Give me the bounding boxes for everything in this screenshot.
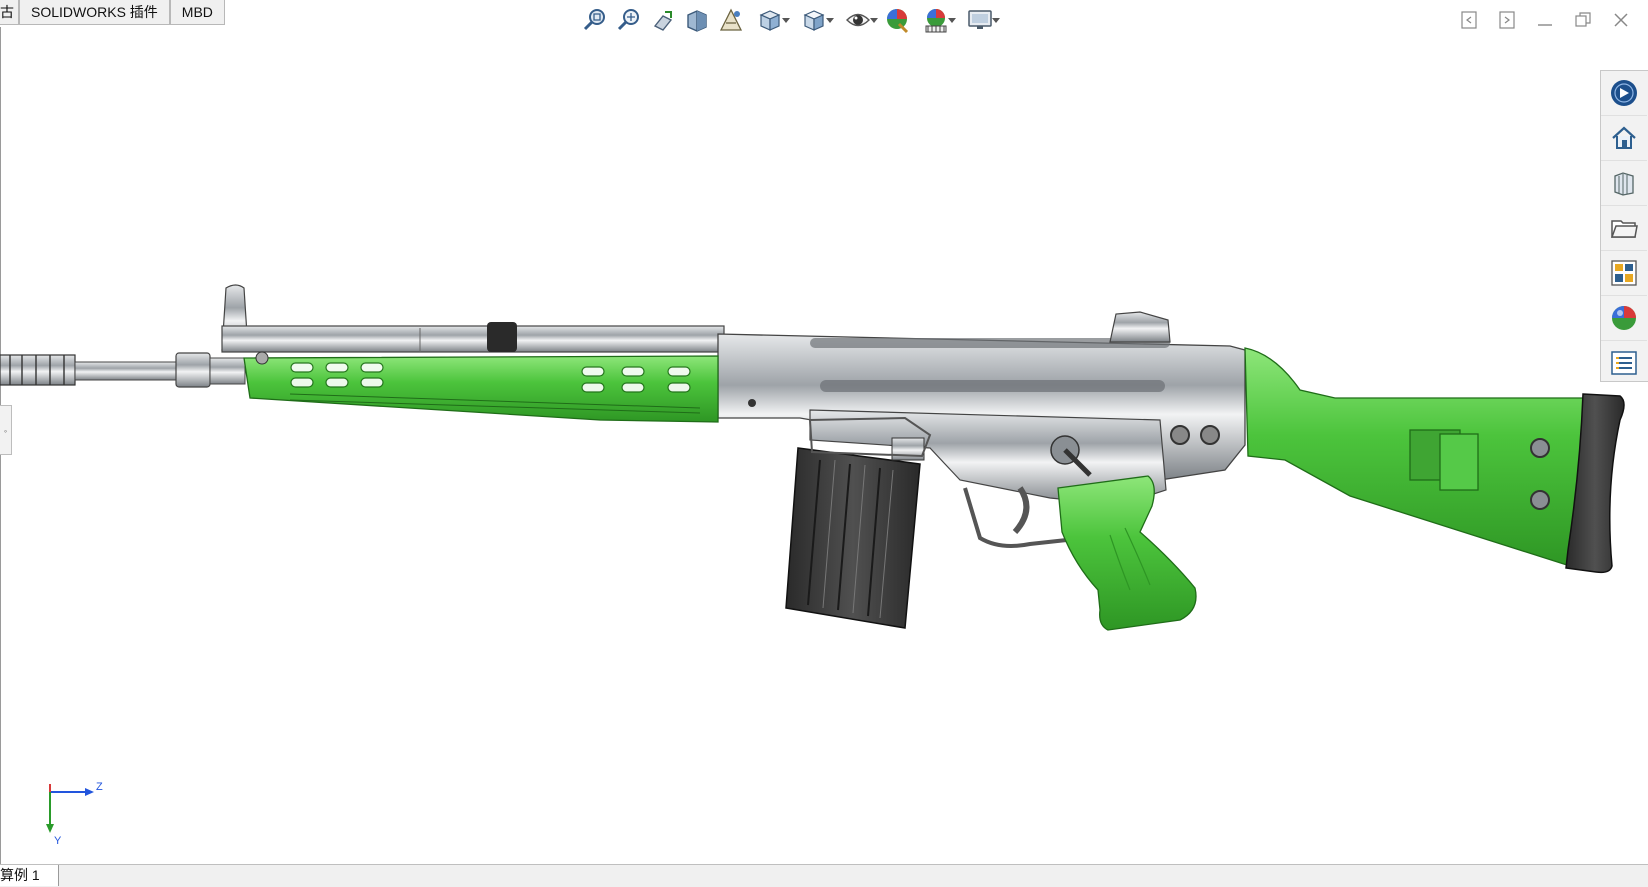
hide-show-items-icon[interactable]: [836, 4, 880, 36]
edit-appearance-icon[interactable]: [880, 4, 914, 36]
tab-solidworks-addins[interactable]: SOLIDWORKS 插件: [19, 0, 170, 25]
tab-mbd[interactable]: MBD: [169, 0, 225, 25]
solidworks-resources-icon[interactable]: [1601, 71, 1647, 116]
tab-study-1[interactable]: 算例 1: [0, 865, 59, 886]
stock-screw-lower: [1530, 490, 1550, 510]
design-library-icon[interactable]: [1601, 161, 1647, 206]
heads-up-view-toolbar: [578, 4, 1002, 36]
rear-sight: [1109, 311, 1171, 343]
tile-left-icon[interactable]: [1450, 6, 1488, 34]
section-view-icon[interactable]: [680, 4, 714, 36]
restore-icon[interactable]: [1564, 6, 1602, 34]
triad-z-label: Z: [96, 781, 103, 793]
previous-view-icon[interactable]: [646, 4, 680, 36]
handguard: [243, 351, 719, 423]
file-explorer-icon[interactable]: [1601, 206, 1647, 251]
triad-y-label: Y: [54, 835, 62, 847]
pistol-grip: [1057, 475, 1197, 631]
display-style-icon[interactable]: [792, 4, 836, 36]
bottom-tab-bar: 算例 1: [0, 864, 1648, 887]
zoom-to-area-icon[interactable]: [612, 4, 646, 36]
cocking-tube: [221, 322, 725, 353]
flash-hider: [0, 354, 76, 386]
view-settings-icon[interactable]: [958, 4, 1002, 36]
window-controls: [1450, 6, 1640, 34]
apply-scene-icon[interactable]: [914, 4, 958, 36]
home-icon[interactable]: [1601, 116, 1647, 161]
dynamic-annotation-view-icon[interactable]: [714, 4, 748, 36]
zoom-to-fit-icon[interactable]: [578, 4, 612, 36]
view-orientation-icon[interactable]: [748, 4, 792, 36]
close-icon[interactable]: [1602, 6, 1640, 34]
stock-screw-upper: [1530, 438, 1550, 458]
rifle-assembly-model[interactable]: [0, 270, 1648, 670]
minimize-icon[interactable]: [1526, 6, 1564, 34]
tile-right-icon[interactable]: [1488, 6, 1526, 34]
command-manager-tabs: 古 SOLIDWORKS 插件 MBD: [0, 0, 225, 26]
reference-triad: Z Y: [46, 781, 103, 847]
barrel: [74, 352, 246, 388]
tab-sketch[interactable]: 古: [0, 0, 19, 25]
magazine: [785, 437, 925, 629]
trigger: [1012, 486, 1030, 535]
